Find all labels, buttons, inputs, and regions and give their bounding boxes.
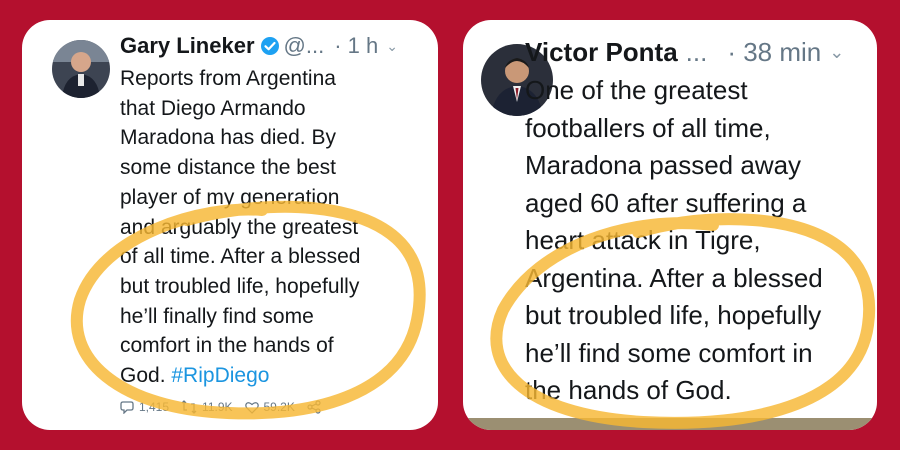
tweet-line: player of my generation: [120, 185, 340, 209]
reply-button[interactable]: 1,415: [120, 400, 169, 414]
avatar[interactable]: [52, 40, 110, 98]
tweet-line: the hands of God.: [525, 375, 732, 405]
share-button[interactable]: [307, 400, 326, 414]
tweet-line: footballers of all time,: [525, 112, 771, 143]
tweet-line: of all time. After a blessed: [120, 245, 361, 269]
tweet-line: but troubled life, hopefully: [525, 300, 822, 330]
tweet-line: comfort in the hands of: [120, 334, 334, 358]
tweet-line: he’ll find some comfort in: [525, 337, 813, 368]
tweet-line: Maradona has died. By: [120, 126, 336, 150]
tweet-line: heart attack in Tigre,: [525, 225, 761, 255]
tweet-header: Victor Ponta ... · 38 min ⌄: [525, 37, 844, 68]
tweet-line: aged 60 after suffering a: [525, 187, 807, 218]
like-count: 59.2K: [263, 400, 295, 414]
author-name[interactable]: Victor Ponta: [525, 37, 678, 68]
tweet-line: Reports from Argentina: [120, 67, 336, 90]
tweet-text: One of the greatest footballers of all t…: [525, 72, 865, 410]
tweet-line: One of the greatest: [525, 75, 748, 105]
tweet-text: Reports from Argentina that Diego Armand…: [120, 64, 420, 391]
verified-badge-icon: [260, 36, 280, 56]
chevron-down-icon[interactable]: ⌄: [829, 42, 844, 63]
tweet-line: and arguably the greatest: [120, 215, 359, 239]
hashtag-link[interactable]: #RipDiego: [171, 364, 269, 387]
tweet-timestamp[interactable]: · 1 h: [334, 33, 378, 59]
like-button[interactable]: 59.2K: [244, 400, 295, 414]
tweet-card-victor-ponta[interactable]: Victor Ponta ... · 38 min ⌄ One of the g…: [463, 20, 877, 430]
retweet-count: 11.9K: [202, 400, 233, 414]
tweet-timestamp[interactable]: · 38 min: [727, 37, 821, 68]
author-handle[interactable]: @...: [284, 33, 325, 59]
retweet-icon: [181, 400, 197, 414]
reply-icon: [120, 401, 134, 414]
tweet-card-gary-lineker[interactable]: Gary Lineker @... · 1 h ⌄ Reports from A…: [22, 20, 438, 430]
person-avatar-icon: [52, 40, 110, 98]
tweet-line: Argentina. After a blessed: [525, 262, 823, 293]
tweet-header: Gary Lineker @... · 1 h ⌄: [120, 33, 398, 59]
retweet-button[interactable]: 11.9K: [181, 400, 233, 414]
heart-icon: [244, 401, 259, 414]
media-preview-strip: [463, 418, 877, 430]
tweet-line: God. #RipDiego: [120, 361, 420, 391]
author-handle[interactable]: ...: [686, 37, 708, 68]
tweet-line: but troubled life, hopefully: [120, 274, 360, 298]
tweet-actions: 1,415 11.9K 59.2K: [120, 400, 338, 414]
tweet-line: some distance the best: [120, 156, 336, 180]
tweet-line: Maradona passed away: [525, 150, 802, 180]
tweet-line-text: God.: [120, 364, 166, 388]
tweet-line: that Diego Armando: [120, 96, 306, 120]
tweet-line: he’ll finally find some: [120, 304, 314, 328]
share-icon: [307, 400, 321, 414]
reply-count: 1,415: [139, 400, 170, 414]
author-name[interactable]: Gary Lineker: [120, 33, 255, 59]
chevron-down-icon[interactable]: ⌄: [386, 38, 398, 55]
